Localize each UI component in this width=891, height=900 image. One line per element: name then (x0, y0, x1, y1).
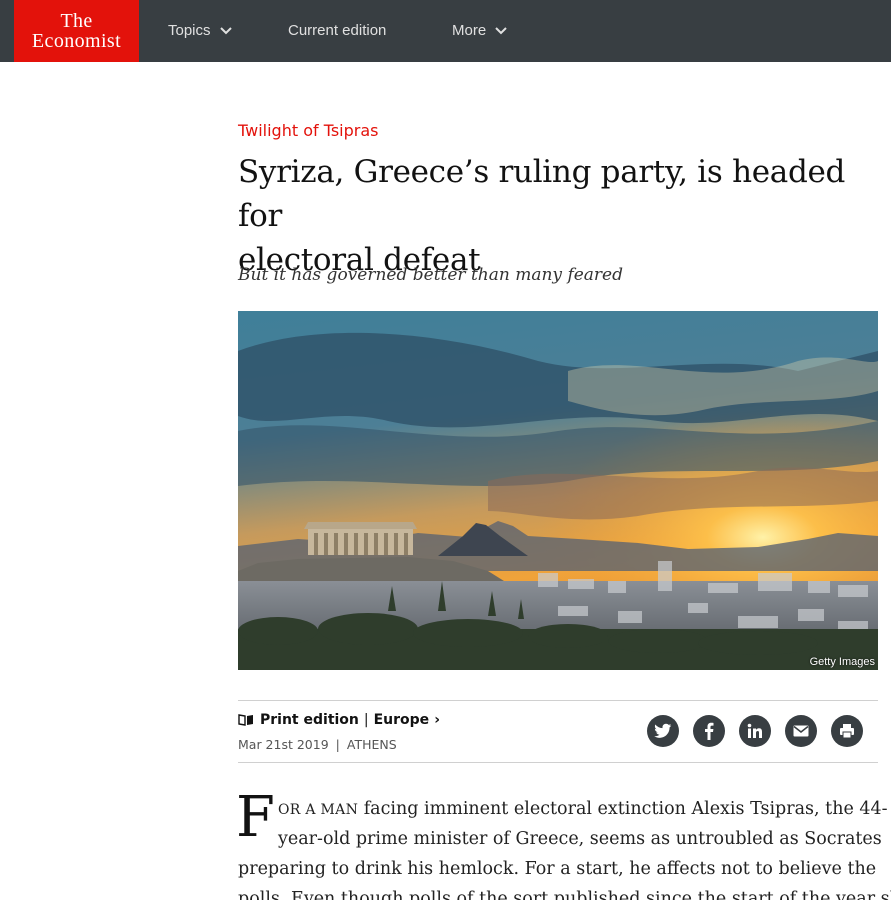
article-dateline: Mar 21st 2019 | ATHENS (238, 737, 397, 752)
logo-line-2: Economist (31, 30, 122, 52)
linkedin-icon (747, 723, 762, 738)
share-email-button[interactable] (785, 715, 817, 747)
twitter-icon (654, 723, 672, 738)
section-name: Europe (373, 712, 430, 728)
nav-current-edition[interactable]: Current edition (288, 0, 386, 62)
dateline-separator: | (335, 737, 340, 752)
article-flytitle: Twilight of Tsipras (238, 121, 379, 140)
chevron-down-icon (495, 27, 507, 35)
publish-date: Mar 21st 2019 (238, 737, 329, 752)
drop-cap: F (236, 785, 275, 850)
print-icon (840, 724, 854, 739)
email-icon (793, 725, 809, 737)
nav-topics-label: Topics (168, 22, 211, 39)
headline-line-1: Syriza, Greece’s ruling party, is headed… (238, 154, 846, 234)
section-separator: | (363, 712, 369, 728)
book-icon (238, 714, 253, 726)
print-edition-label: Print edition (260, 712, 359, 728)
body-line-2: year-old prime minister of Greece, seems… (278, 829, 882, 849)
facebook-icon (705, 722, 714, 740)
body-line-1-text: facing imminent electoral extinction Ale… (358, 799, 888, 819)
nav-more-label: More (452, 22, 487, 39)
logo-line-1: The (60, 10, 93, 32)
nav-current-edition-label: Current edition (288, 22, 387, 39)
share-linkedin-button[interactable] (739, 715, 771, 747)
image-credit: Getty Images (809, 656, 875, 668)
top-navigation-bar: The Economist Topics Current edition Mor… (0, 0, 891, 62)
article-rubric: But it has governed better than many fea… (238, 265, 623, 285)
body-line-3: preparing to drink his hemlock. For a st… (238, 859, 877, 879)
body-line-4: polls. Even though polls of the sort pub… (238, 889, 891, 900)
divider-bottom (238, 762, 878, 763)
divider-top (238, 700, 878, 701)
athens-sunset-illustration (238, 311, 878, 670)
lead-smallcaps: OR A MAN (278, 802, 359, 818)
chevron-right-icon: › (434, 712, 440, 728)
share-twitter-button[interactable] (647, 715, 679, 747)
dateline-location: ATHENS (346, 737, 397, 752)
share-print-button[interactable] (831, 715, 863, 747)
share-facebook-button[interactable] (693, 715, 725, 747)
hero-image: Getty Images (238, 311, 878, 670)
section-link[interactable]: Print edition | Europe › (238, 712, 440, 728)
chevron-down-icon (219, 27, 232, 35)
nav-topics[interactable]: Topics (168, 0, 233, 62)
article-headline: Syriza, Greece’s ruling party, is headed… (238, 150, 883, 282)
economist-logo[interactable]: The Economist (14, 0, 139, 62)
nav-more[interactable]: More (452, 0, 508, 62)
body-line-1: OR A MAN facing imminent electoral extin… (278, 794, 888, 825)
